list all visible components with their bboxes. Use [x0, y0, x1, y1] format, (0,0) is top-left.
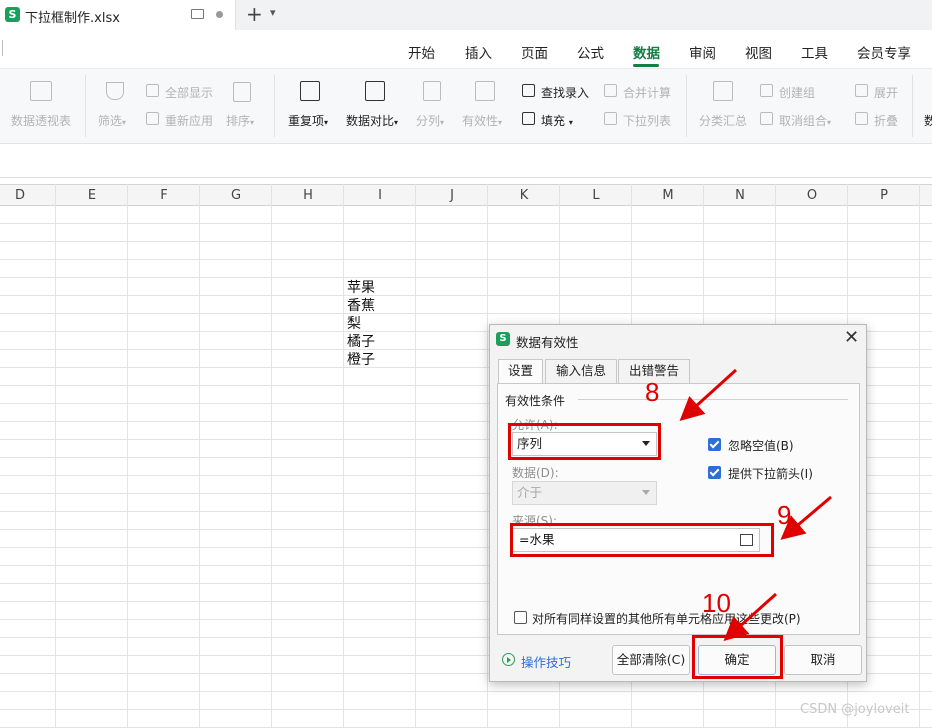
csdn-watermark: CSDN @joyloveit [800, 702, 910, 717]
arrow-to-ok-icon [723, 592, 778, 642]
arrow-to-source-icon [780, 495, 832, 540]
annotation-arrows [679, 368, 832, 642]
arrow-to-allow-icon [679, 368, 738, 422]
